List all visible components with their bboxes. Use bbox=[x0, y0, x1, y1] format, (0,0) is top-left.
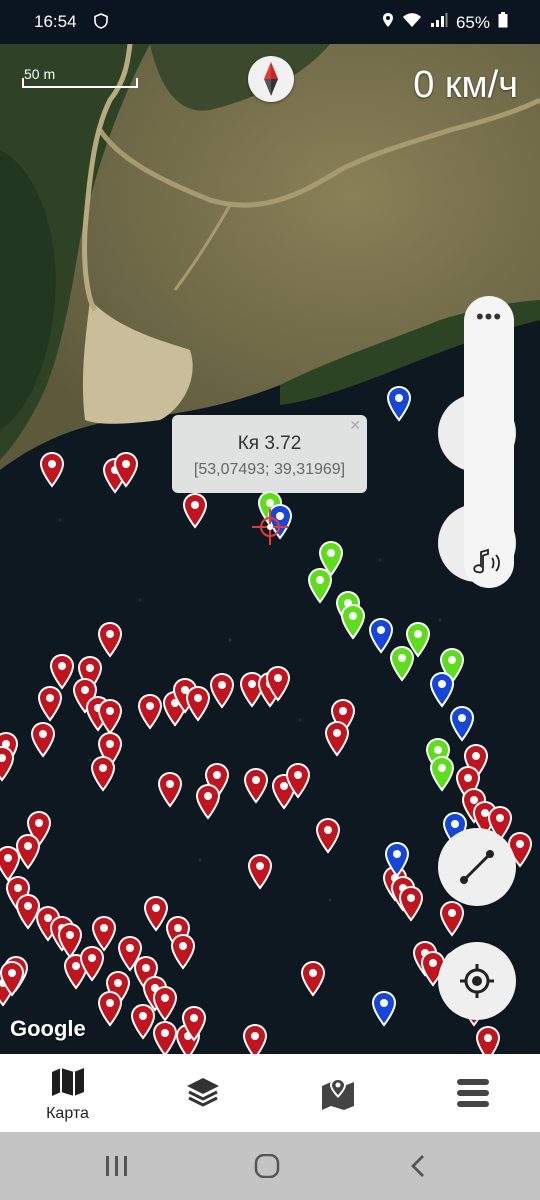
battery-percent: 65% bbox=[455, 12, 490, 32]
map-marker-red[interactable] bbox=[0, 745, 15, 782]
map-marker-red[interactable] bbox=[243, 767, 269, 804]
map-marker-green[interactable] bbox=[429, 755, 455, 792]
map-marker-red[interactable] bbox=[90, 755, 116, 792]
close-icon[interactable]: ✕ bbox=[349, 417, 361, 434]
map-marker-red[interactable] bbox=[209, 672, 235, 709]
speed-readout: 0 км/ч bbox=[413, 64, 518, 106]
compass-icon bbox=[264, 62, 278, 96]
map-marker-red[interactable] bbox=[152, 1020, 178, 1054]
nav-item-menu[interactable] bbox=[405, 1054, 540, 1132]
map-marker-blue[interactable] bbox=[449, 705, 475, 742]
bottom-nav: Карта bbox=[0, 1054, 540, 1132]
map-marker-blue[interactable] bbox=[386, 385, 412, 422]
map-marker-red[interactable] bbox=[182, 492, 208, 529]
map-marker-red[interactable] bbox=[49, 653, 75, 690]
scale-tick-right bbox=[136, 78, 138, 88]
map-marker-red[interactable] bbox=[157, 771, 183, 808]
system-nav-bar bbox=[0, 1132, 540, 1200]
scale-label: 50 m bbox=[24, 66, 56, 82]
map-marker-red[interactable] bbox=[185, 685, 211, 722]
map-marker-red[interactable] bbox=[152, 985, 178, 1022]
map-marker-red[interactable] bbox=[97, 621, 123, 658]
marker-info-popup[interactable]: ✕ Кя 3.72 [53,07493; 39,31969] bbox=[172, 415, 367, 493]
google-attribution: Google bbox=[10, 1016, 86, 1041]
nav-item-places[interactable] bbox=[270, 1054, 405, 1132]
map-marker-red[interactable] bbox=[247, 853, 273, 890]
map-marker-green[interactable] bbox=[389, 645, 415, 682]
map-marker-green[interactable] bbox=[307, 567, 333, 604]
map-marker-red[interactable] bbox=[324, 720, 350, 757]
side-panel[interactable]: ••• bbox=[464, 296, 514, 588]
wifi-icon bbox=[402, 12, 422, 33]
map-marker-red[interactable] bbox=[39, 451, 65, 488]
map-marker-red[interactable] bbox=[242, 1023, 268, 1054]
scale-bar: 50 m bbox=[22, 66, 140, 90]
signal-icon bbox=[430, 12, 448, 33]
map-marker-red[interactable] bbox=[97, 698, 123, 735]
shield-icon bbox=[94, 13, 108, 34]
map-marker-red[interactable] bbox=[97, 990, 123, 1027]
sound-icon[interactable] bbox=[472, 548, 506, 578]
map-marker-blue[interactable] bbox=[368, 617, 394, 654]
map-marker-green[interactable] bbox=[340, 603, 366, 640]
map-marker-blue[interactable] bbox=[429, 671, 455, 708]
layers-icon bbox=[186, 1078, 219, 1107]
map-marker-red[interactable] bbox=[315, 817, 341, 854]
battery-icon bbox=[498, 12, 508, 33]
map-marker-red[interactable] bbox=[91, 915, 117, 952]
map-marker-blue[interactable] bbox=[371, 990, 397, 1027]
map-marker-red[interactable] bbox=[0, 845, 21, 882]
map-pin-icon bbox=[321, 1078, 354, 1110]
map-marker-red[interactable] bbox=[130, 1003, 156, 1040]
scale-tick-left bbox=[22, 78, 24, 88]
location-icon bbox=[382, 12, 394, 33]
map-marker-red[interactable] bbox=[170, 933, 196, 970]
map-marker-red[interactable] bbox=[475, 1025, 501, 1054]
map-marker-red[interactable] bbox=[15, 833, 41, 870]
ruler-button[interactable] bbox=[438, 828, 516, 906]
map-marker-red[interactable] bbox=[195, 783, 221, 820]
nav-label-map: Карта bbox=[46, 1105, 89, 1122]
menu-icon bbox=[456, 1079, 489, 1107]
map-marker-red[interactable] bbox=[300, 960, 326, 997]
map-marker-red[interactable] bbox=[15, 893, 41, 930]
nav-item-map[interactable]: Карта bbox=[0, 1054, 135, 1132]
nav-item-layers[interactable] bbox=[135, 1054, 270, 1132]
map-marker-red[interactable] bbox=[57, 922, 83, 959]
map-marker-red[interactable] bbox=[143, 895, 169, 932]
map-marker-red[interactable] bbox=[137, 693, 163, 730]
map-marker-red[interactable] bbox=[398, 885, 424, 922]
crosshair-icon bbox=[252, 509, 288, 545]
map-marker-red[interactable] bbox=[30, 721, 56, 758]
status-time: 16:54 bbox=[34, 12, 77, 31]
locate-icon bbox=[460, 964, 494, 998]
recent-apps-icon[interactable] bbox=[104, 1154, 130, 1178]
scale-line bbox=[22, 86, 138, 88]
map-icon bbox=[51, 1068, 84, 1096]
back-icon[interactable] bbox=[408, 1154, 428, 1178]
status-bar: 16:54 65% bbox=[0, 0, 540, 44]
marker-name: Кя 3.72 bbox=[237, 433, 302, 454]
map-marker-red[interactable] bbox=[439, 900, 465, 937]
more-options-button[interactable]: ••• bbox=[464, 304, 514, 330]
locate-button[interactable] bbox=[438, 942, 516, 1020]
map-marker-red[interactable] bbox=[37, 685, 63, 722]
home-icon[interactable] bbox=[254, 1154, 280, 1178]
ruler-icon bbox=[460, 850, 494, 884]
marker-coordinates: [53,07493; 39,31969] bbox=[193, 461, 346, 478]
compass-button[interactable] bbox=[248, 56, 294, 102]
